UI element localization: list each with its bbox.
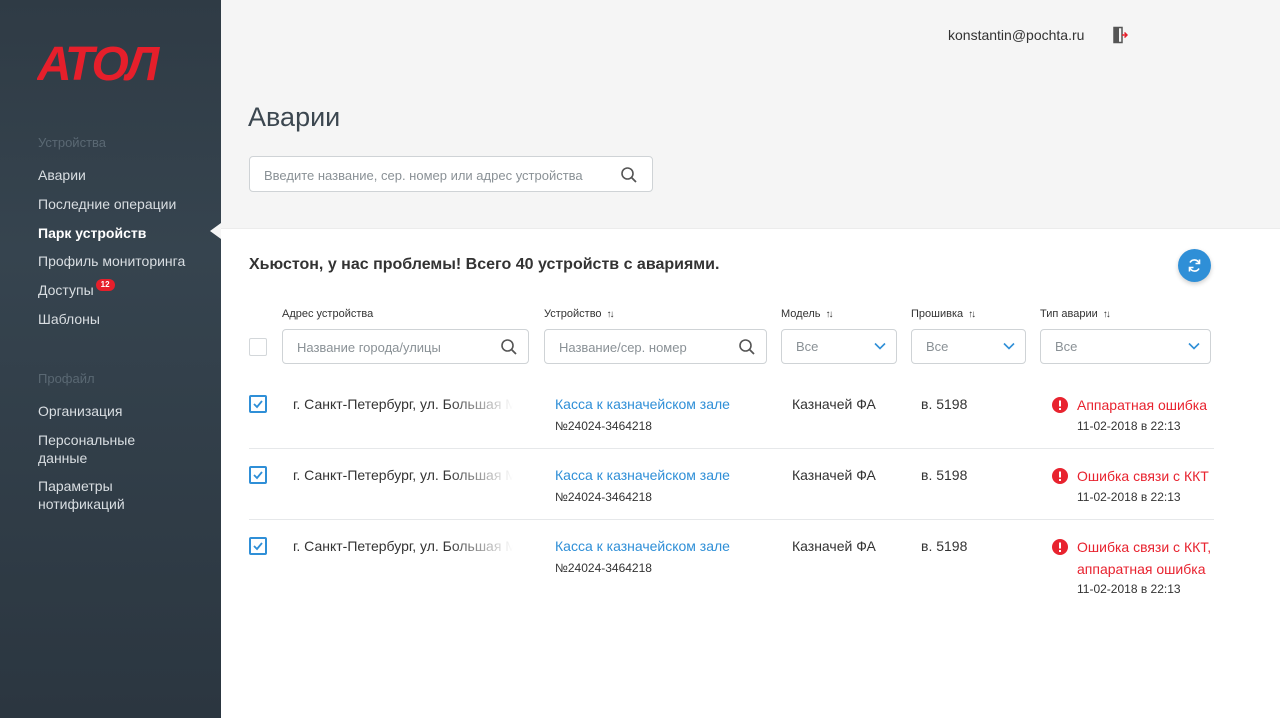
- device-model: Казначей ФА: [792, 538, 876, 554]
- device-address: г. Санкт-Петербург, ул. Большая Морская: [293, 467, 513, 483]
- alert-timestamp: 11-02-2018 в 22:13: [1077, 419, 1181, 433]
- sidebar-item-personal-data[interactable]: Персональные данные: [38, 431, 135, 467]
- device-filter[interactable]: [544, 329, 767, 364]
- column-label: Прошивка: [911, 308, 964, 320]
- column-header-device[interactable]: Устройство ↑↓: [544, 308, 615, 320]
- sort-icon[interactable]: ↑↓: [607, 309, 615, 320]
- alert-icon: [1052, 539, 1068, 555]
- address-filter[interactable]: [282, 329, 529, 364]
- firmware-select[interactable]: Все: [911, 329, 1026, 364]
- refresh-icon: [1188, 259, 1201, 272]
- device-serial: №24024-3464218: [555, 561, 652, 575]
- column-label: Устройство: [544, 308, 602, 320]
- select-all-checkbox[interactable]: [249, 338, 267, 356]
- device-serial: №24024-3464218: [555, 490, 652, 504]
- alert-line: аппаратная ошибка: [1077, 561, 1206, 577]
- alert-line: Ошибка связи с ККТ: [1077, 468, 1209, 484]
- device-filter-input[interactable]: [559, 338, 734, 356]
- alert-timestamp: 11-02-2018 в 22:13: [1077, 490, 1181, 504]
- sidebar-item-label-line1: Персональные: [38, 432, 136, 448]
- row-divider: [249, 519, 1214, 520]
- alert-line: Аппаратная ошибка: [1077, 397, 1208, 413]
- access-count-badge: 12: [95, 279, 115, 291]
- chevron-down-icon: [1003, 342, 1015, 350]
- device-model: Казначей ФА: [792, 467, 876, 483]
- device-model: Казначей ФА: [792, 396, 876, 412]
- model-select[interactable]: Все: [781, 329, 897, 364]
- sidebar: АТОЛ Устройства Аварии Последние операци…: [0, 0, 221, 718]
- alerts-summary: Хьюстон, у нас проблемы! Всего 40 устрой…: [249, 256, 720, 273]
- column-label: Модель: [781, 308, 821, 320]
- sidebar-item-label-line1: Параметры: [38, 478, 113, 494]
- column-header-address: Адрес устройства: [282, 308, 374, 320]
- column-label: Тип аварии: [1040, 308, 1098, 320]
- search-icon[interactable]: [500, 338, 518, 356]
- chevron-down-icon: [1188, 342, 1200, 350]
- address-filter-input[interactable]: [297, 338, 497, 356]
- refresh-button[interactable]: [1178, 249, 1211, 282]
- sidebar-item-label: Доступы: [38, 282, 94, 298]
- row-checkbox[interactable]: [249, 395, 267, 413]
- sort-icon[interactable]: ↑↓: [1103, 309, 1111, 320]
- check-icon: [253, 542, 263, 551]
- logout-icon[interactable]: [1112, 26, 1128, 44]
- sidebar-section-profile: Профайл: [38, 371, 95, 386]
- alert-icon: [1052, 468, 1068, 484]
- device-name-link[interactable]: Касса к казначейском зале: [555, 538, 730, 554]
- model-select-value: Все: [796, 339, 819, 354]
- device-firmware: в. 5198: [921, 396, 968, 412]
- sort-icon[interactable]: ↑↓: [968, 309, 976, 320]
- device-address: г. Санкт-Петербург, ул. Большая Морская: [293, 538, 513, 554]
- sidebar-item-label-line2: нотификаций: [38, 496, 125, 512]
- row-divider: [249, 448, 1214, 449]
- chevron-down-icon: [874, 342, 886, 350]
- device-name-link[interactable]: Касса к казначейском зале: [555, 396, 730, 412]
- alert-type-select-value: Все: [1055, 339, 1078, 354]
- user-email: konstantin@pochta.ru: [948, 27, 1085, 43]
- firmware-select-value: Все: [926, 339, 949, 354]
- device-serial: №24024-3464218: [555, 419, 652, 433]
- sidebar-item-access[interactable]: Доступы 12: [38, 279, 115, 299]
- svg-text:АТОЛ: АТОЛ: [37, 40, 160, 86]
- sidebar-item-recent-operations[interactable]: Последние операции: [38, 195, 176, 213]
- device-firmware: в. 5198: [921, 467, 968, 483]
- alert-icon: [1052, 397, 1068, 413]
- check-icon: [253, 400, 263, 409]
- device-firmware: в. 5198: [921, 538, 968, 554]
- alert-type-select[interactable]: Все: [1040, 329, 1211, 364]
- column-header-alert-type[interactable]: Тип аварии ↑↓: [1040, 308, 1111, 320]
- page-title: Аварии: [248, 102, 341, 132]
- sort-icon[interactable]: ↑↓: [825, 309, 833, 320]
- column-header-firmware[interactable]: Прошивка ↑↓: [911, 308, 976, 320]
- atol-logo[interactable]: АТОЛ: [37, 40, 183, 86]
- active-item-pointer: [210, 223, 221, 239]
- device-address: г. Санкт-Петербург, ул. Большая Морская: [293, 396, 513, 412]
- sidebar-item-organization[interactable]: Организация: [38, 402, 122, 420]
- column-header-model[interactable]: Модель ↑↓: [781, 308, 833, 320]
- sidebar-item-templates[interactable]: Шаблоны: [38, 310, 100, 328]
- row-checkbox[interactable]: [249, 537, 267, 555]
- search-icon[interactable]: [738, 338, 756, 356]
- sidebar-section-devices: Устройства: [38, 135, 107, 150]
- sidebar-item-notification-settings[interactable]: Параметры нотификаций: [38, 477, 125, 513]
- alert-type-text: Аппаратная ошибка: [1077, 394, 1207, 416]
- sidebar-item-alerts[interactable]: Аварии: [38, 166, 86, 184]
- alert-line: Ошибка связи с ККТ,: [1077, 539, 1212, 555]
- alert-type-text: Ошибка связи с ККТ, аппаратная ошибка: [1077, 536, 1211, 580]
- device-name-link[interactable]: Касса к казначейском зале: [555, 467, 730, 483]
- check-icon: [253, 471, 263, 480]
- sidebar-item-device-park[interactable]: Парк устройств: [38, 224, 146, 242]
- device-search-input[interactable]: [264, 165, 604, 185]
- sidebar-item-monitoring-profile[interactable]: Профиль мониторинга: [38, 252, 185, 270]
- alert-type-text: Ошибка связи с ККТ: [1077, 465, 1209, 487]
- alert-timestamp: 11-02-2018 в 22:13: [1077, 582, 1181, 596]
- search-icon[interactable]: [620, 166, 638, 184]
- sidebar-item-label-line2: данные: [38, 450, 88, 466]
- device-search[interactable]: [249, 156, 653, 192]
- row-checkbox[interactable]: [249, 466, 267, 484]
